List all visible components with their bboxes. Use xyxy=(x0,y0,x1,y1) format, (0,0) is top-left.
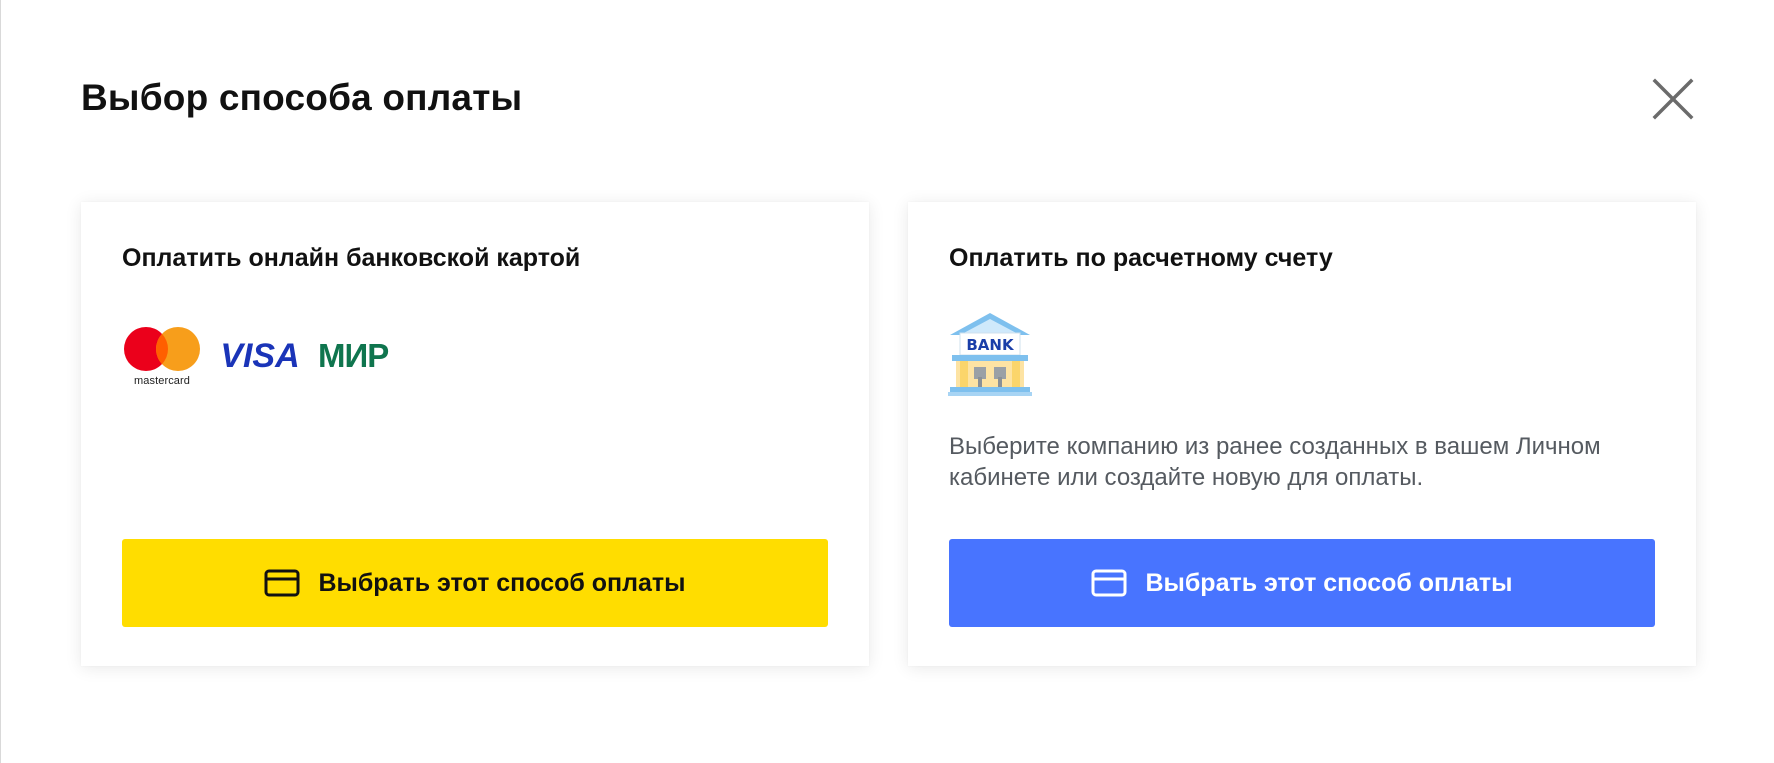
payment-option-card: Оплатить онлайн банковской картой master… xyxy=(81,202,869,666)
select-bank-payment-label: Выбрать этот способ оплаты xyxy=(1145,568,1513,597)
payment-system-logos: mastercard VISA МИР xyxy=(122,325,422,389)
svg-text:МИР: МИР xyxy=(318,339,388,371)
bank-building-icon: BANK xyxy=(948,313,1032,396)
viewport-edge xyxy=(0,0,1,763)
visa-logo: VISA xyxy=(220,339,299,371)
svg-text:VISA: VISA xyxy=(220,339,299,371)
modal-title: Выбор способа оплаты xyxy=(81,77,523,118)
select-bank-payment-button[interactable]: Выбрать этот способ оплаты xyxy=(949,539,1655,627)
mir-logo: МИР xyxy=(318,339,389,371)
close-icon xyxy=(1652,78,1694,120)
credit-card-icon xyxy=(1091,569,1127,597)
credit-card-icon xyxy=(264,569,300,597)
close-button[interactable] xyxy=(1647,73,1699,125)
mastercard-wordmark: mastercard xyxy=(133,375,191,387)
select-card-payment-label: Выбрать этот способ оплаты xyxy=(318,568,686,597)
select-card-payment-button[interactable]: Выбрать этот способ оплаты xyxy=(122,539,828,627)
bank-option-description: Выберите компанию из ранее созданных в в… xyxy=(949,433,1601,491)
bank-option-title: Оплатить по расчетному счету xyxy=(949,244,1333,272)
payment-option-bank: Оплатить по расчетному счету BANK Выбери… xyxy=(908,202,1696,666)
svg-text:BANK: BANK xyxy=(966,336,1015,354)
card-option-title: Оплатить онлайн банковской картой xyxy=(122,244,581,272)
